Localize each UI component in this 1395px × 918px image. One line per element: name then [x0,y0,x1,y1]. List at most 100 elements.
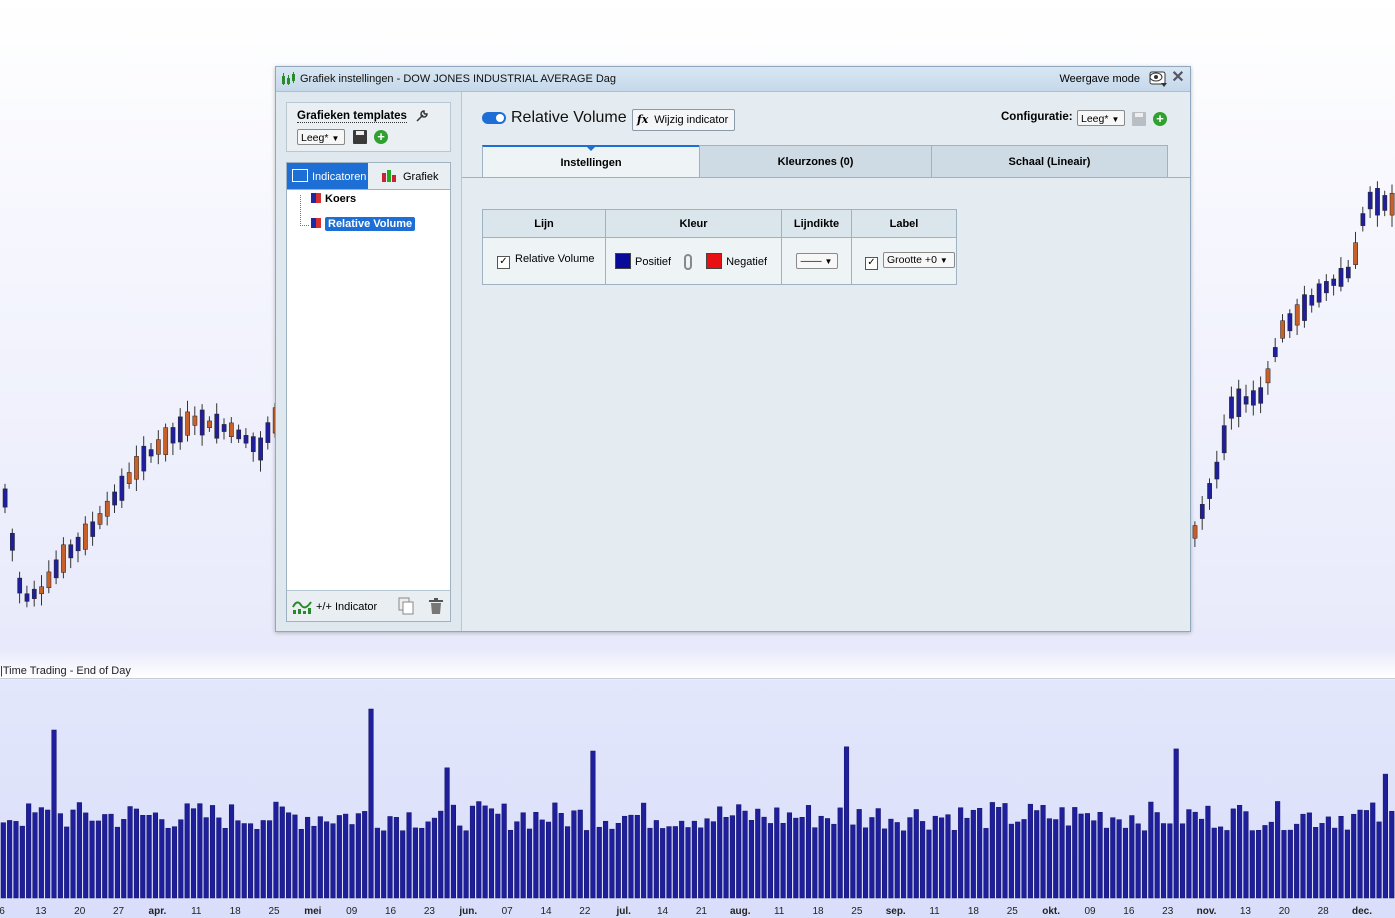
change-indicator-button[interactable]: fx Wijzig indicator [632,109,736,131]
line-name: Relative Volume [515,253,595,265]
save-template-icon[interactable] [353,130,367,144]
volume-chart[interactable] [0,678,1395,906]
candle-body [39,586,44,595]
add-configuration-icon[interactable]: + [1153,112,1167,126]
candle-body [163,427,169,455]
volume-bar [818,815,824,899]
indicator-title: Relative Volume [511,109,627,126]
volume-bar [425,821,431,899]
volume-bar [152,812,159,899]
volume-bar [710,821,716,899]
tab-schaal[interactable]: Schaal (Lineair) [931,145,1168,178]
link-icon[interactable] [684,253,693,270]
tree-item-relative-volume[interactable]: Relative Volume [311,217,416,231]
volume-bar [520,812,526,899]
label-visible-checkbox[interactable]: ✓ [865,257,878,270]
volume-bar [190,808,197,899]
volume-bar [603,820,609,899]
dialog-titlebar[interactable]: Grafiek instellingen - DOW JONES INDUSTR… [276,67,1190,92]
positive-color-swatch[interactable] [615,252,631,269]
templates-label[interactable]: Grafieken templates [297,110,407,123]
trash-icon[interactable] [428,597,444,615]
line-visible-checkbox[interactable]: ✓ [497,256,510,269]
volume-bar [140,815,146,899]
volume-bar [374,827,380,899]
candle-body [1375,188,1380,216]
candle-body [126,472,132,484]
volume-bar [1116,819,1122,899]
tab-chart[interactable]: Grafiek [369,163,450,189]
volume-bar [793,817,799,899]
line-width-select[interactable]: —— ▼ [795,253,838,269]
volume-bar [381,830,387,899]
volume-bar [736,804,742,899]
volume-bar [419,827,425,899]
indicator-toggle[interactable] [482,112,506,124]
volume-bar [1148,801,1154,899]
column-header-line: Lijn [482,209,606,238]
volume-bar [869,817,875,899]
tab-indicators-label: Indicatoren [312,171,367,183]
save-configuration-icon[interactable] [1132,112,1146,126]
close-icon[interactable]: ✕ [1170,70,1186,86]
candle-body [199,409,205,436]
volume-bar [951,830,957,899]
volume-bar [197,803,203,899]
add-template-icon[interactable]: + [374,130,388,144]
wrench-icon[interactable] [415,109,429,123]
configuration-select[interactable]: Leeg* ▼ [1077,110,1125,126]
volume-bar [1021,819,1027,899]
x-axis-tick-label: 13 [1239,906,1251,917]
tab-instellingen[interactable]: Instellingen [482,145,700,178]
label-size-select[interactable]: Grootte +0 ▼ [883,252,955,268]
candle-body [1338,268,1344,287]
volume-bar [780,823,786,899]
candle-body [1272,347,1278,358]
negative-color-swatch[interactable] [706,252,723,269]
volume-bar [1287,829,1293,899]
volume-bar [495,813,501,899]
volume-bar [260,820,266,899]
volume-bar [742,810,748,899]
volume-bar [311,825,317,899]
volume-bar [362,811,368,899]
volume-bar [1363,810,1369,899]
chart-color-icon [382,170,396,182]
volume-bar [488,808,495,899]
volume-bar [1065,825,1071,899]
chart-settings-icon [282,72,295,85]
volume-bar [932,815,938,899]
candle-body [68,544,74,559]
tab-chart-label: Grafiek [403,171,439,183]
volume-bar [1275,801,1281,899]
change-indicator-label: Wijzig indicator [654,114,729,126]
volume-bar [254,829,260,899]
volume-bar [1281,830,1287,899]
volume-bar [894,822,900,899]
add-indicator-icon[interactable] [292,597,312,615]
volume-bar [1002,803,1008,899]
negative-label: Negatief [726,255,768,268]
volume-bar [1091,820,1097,899]
volume-bar [843,746,850,899]
volume-bar [824,818,831,899]
x-axis-tick-label: 6 [0,906,5,917]
tabs-baseline [462,177,1190,178]
tree-item-koers[interactable]: Koers [311,193,356,205]
x-axis-tick-label: 16 [1123,906,1135,917]
tab-indicators[interactable]: Indicatoren [287,163,368,189]
volume-bar [228,804,235,899]
volume-bar [286,812,292,899]
copy-icon[interactable] [398,597,414,615]
volume-bar [1376,821,1382,899]
volume-bar [1319,823,1325,899]
display-mode-icon[interactable] [1146,70,1168,88]
volume-bar [1313,827,1319,899]
volume-bar [641,802,647,899]
tab-kleurzones[interactable]: Kleurzones (0) [699,145,932,178]
volume-bar [1294,823,1300,899]
display-mode-label[interactable]: Weergave mode [1059,73,1140,85]
candle-body [1345,266,1351,279]
template-select[interactable]: Leeg* ▼ [297,129,345,145]
add-indicator-button[interactable]: +/+ Indicator [316,601,377,613]
